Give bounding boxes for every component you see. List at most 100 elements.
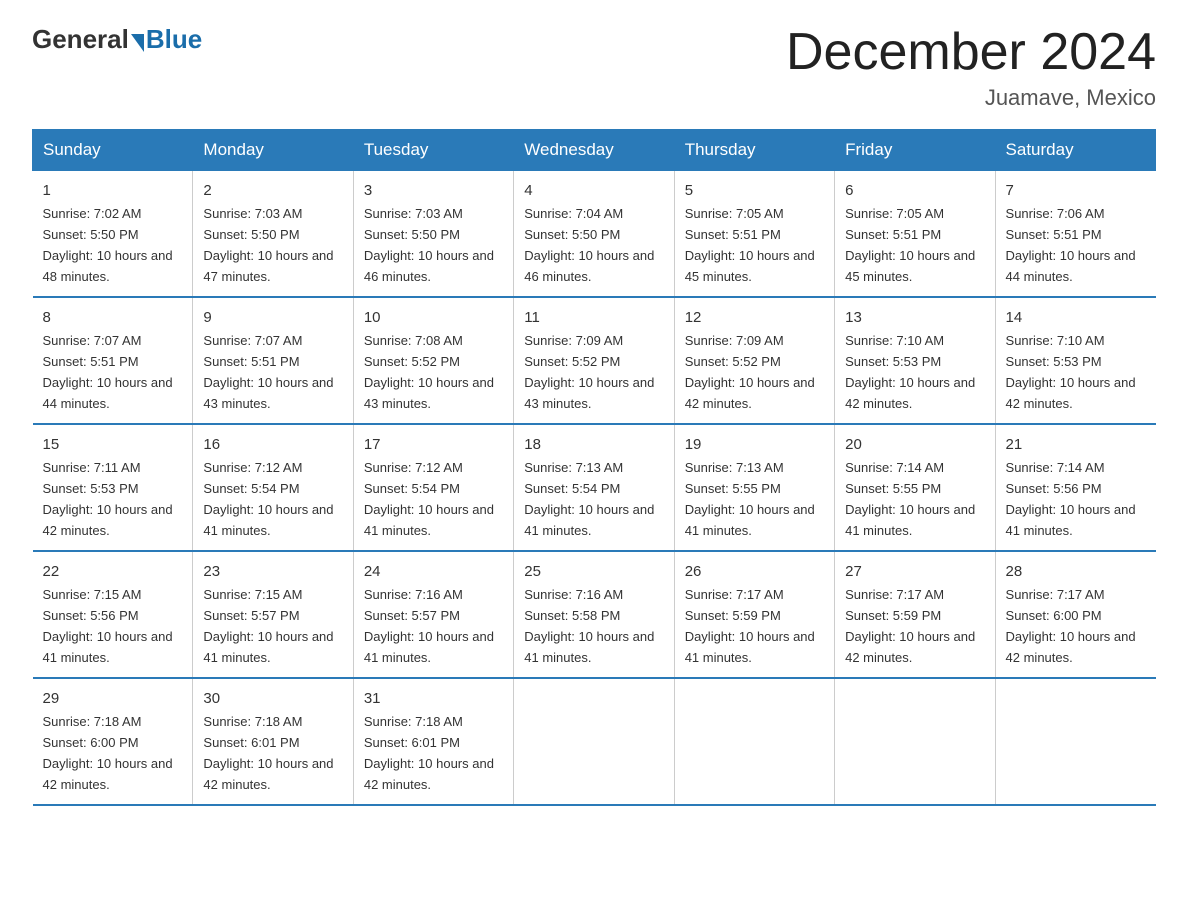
day-number: 11 [524, 306, 663, 329]
calendar-cell: 6Sunrise: 7:05 AMSunset: 5:51 PMDaylight… [835, 171, 995, 297]
calendar-cell: 27Sunrise: 7:17 AMSunset: 5:59 PMDayligh… [835, 551, 995, 678]
day-number: 9 [203, 306, 342, 329]
day-number: 17 [364, 433, 503, 456]
day-number: 24 [364, 560, 503, 583]
day-info: Sunrise: 7:16 AMSunset: 5:57 PMDaylight:… [364, 587, 494, 665]
day-number: 18 [524, 433, 663, 456]
calendar-cell: 16Sunrise: 7:12 AMSunset: 5:54 PMDayligh… [193, 424, 353, 551]
title-block: December 2024 Juamave, Mexico [786, 24, 1156, 111]
logo: General Blue [32, 24, 202, 55]
calendar-cell: 13 Sunrise: 7:10 AMSunset: 5:53 PMDayligh… [835, 297, 995, 424]
day-info: Sunrise: 7:11 AMSunset: 5:53 PMDaylight:… [43, 460, 173, 538]
day-info: Sunrise: 7:15 AMSunset: 5:56 PMDaylight:… [43, 587, 173, 665]
day-info: Sunrise: 7:04 AMSunset: 5:50 PMDaylight:… [524, 206, 654, 284]
weekday-header-monday: Monday [193, 130, 353, 171]
location-subtitle: Juamave, Mexico [786, 85, 1156, 111]
day-number: 5 [685, 179, 824, 202]
calendar-cell: 3 Sunrise: 7:03 AMSunset: 5:50 PMDaylight… [353, 171, 513, 297]
day-info: Sunrise: 7:13 AMSunset: 5:54 PMDaylight:… [524, 460, 654, 538]
day-number: 19 [685, 433, 824, 456]
day-info: Sunrise: 7:10 AMSunset: 5:53 PMDaylight:… [845, 333, 975, 411]
calendar-week-row: 29 Sunrise: 7:18 AMSunset: 6:00 PMDayligh… [33, 678, 1156, 805]
calendar-cell: 2 Sunrise: 7:03 AMSunset: 5:50 PMDaylight… [193, 171, 353, 297]
day-number: 13 [845, 306, 984, 329]
day-info: Sunrise: 7:18 AMSunset: 6:01 PMDaylight:… [364, 714, 494, 792]
calendar-cell: 30 Sunrise: 7:18 AMSunset: 6:01 PMDayligh… [193, 678, 353, 805]
weekday-header-tuesday: Tuesday [353, 130, 513, 171]
weekday-header-row: SundayMondayTuesdayWednesdayThursdayFrid… [33, 130, 1156, 171]
day-info: Sunrise: 7:06 AMSunset: 5:51 PMDaylight:… [1006, 206, 1136, 284]
calendar-cell [674, 678, 834, 805]
calendar-week-row: 1Sunrise: 7:02 AMSunset: 5:50 PMDaylight… [33, 171, 1156, 297]
day-info: Sunrise: 7:05 AMSunset: 5:51 PMDaylight:… [685, 206, 815, 284]
calendar-cell: 25 Sunrise: 7:16 AMSunset: 5:58 PMDayligh… [514, 551, 674, 678]
calendar-cell: 23 Sunrise: 7:15 AMSunset: 5:57 PMDayligh… [193, 551, 353, 678]
day-number: 29 [43, 687, 183, 710]
main-title: December 2024 [786, 24, 1156, 81]
logo-blue-text: Blue [146, 24, 202, 55]
calendar-cell: 7 Sunrise: 7:06 AMSunset: 5:51 PMDaylight… [995, 171, 1155, 297]
day-info: Sunrise: 7:18 AMSunset: 6:00 PMDaylight:… [43, 714, 173, 792]
calendar-cell: 22 Sunrise: 7:15 AMSunset: 5:56 PMDayligh… [33, 551, 193, 678]
day-number: 10 [364, 306, 503, 329]
day-info: Sunrise: 7:14 AMSunset: 5:55 PMDaylight:… [845, 460, 975, 538]
weekday-header-sunday: Sunday [33, 130, 193, 171]
day-number: 25 [524, 560, 663, 583]
day-info: Sunrise: 7:13 AMSunset: 5:55 PMDaylight:… [685, 460, 815, 538]
logo-arrow-icon [131, 34, 144, 52]
day-number: 26 [685, 560, 824, 583]
calendar-cell: 14Sunrise: 7:10 AMSunset: 5:53 PMDayligh… [995, 297, 1155, 424]
day-info: Sunrise: 7:17 AMSunset: 5:59 PMDaylight:… [845, 587, 975, 665]
day-number: 15 [43, 433, 183, 456]
day-info: Sunrise: 7:10 AMSunset: 5:53 PMDaylight:… [1006, 333, 1136, 411]
day-info: Sunrise: 7:03 AMSunset: 5:50 PMDaylight:… [203, 206, 333, 284]
calendar-cell [995, 678, 1155, 805]
calendar-cell [514, 678, 674, 805]
day-number: 30 [203, 687, 342, 710]
day-number: 12 [685, 306, 824, 329]
calendar-cell: 28Sunrise: 7:17 AMSunset: 6:00 PMDayligh… [995, 551, 1155, 678]
weekday-header-wednesday: Wednesday [514, 130, 674, 171]
day-info: Sunrise: 7:15 AMSunset: 5:57 PMDaylight:… [203, 587, 333, 665]
day-info: Sunrise: 7:03 AMSunset: 5:50 PMDaylight:… [364, 206, 494, 284]
day-info: Sunrise: 7:16 AMSunset: 5:58 PMDaylight:… [524, 587, 654, 665]
calendar-cell: 10 Sunrise: 7:08 AMSunset: 5:52 PMDayligh… [353, 297, 513, 424]
calendar-cell: 9Sunrise: 7:07 AMSunset: 5:51 PMDaylight… [193, 297, 353, 424]
calendar-table: SundayMondayTuesdayWednesdayThursdayFrid… [32, 129, 1156, 806]
day-number: 31 [364, 687, 503, 710]
weekday-header-saturday: Saturday [995, 130, 1155, 171]
day-number: 8 [43, 306, 183, 329]
calendar-cell: 21Sunrise: 7:14 AMSunset: 5:56 PMDayligh… [995, 424, 1155, 551]
calendar-cell: 20Sunrise: 7:14 AMSunset: 5:55 PMDayligh… [835, 424, 995, 551]
calendar-week-row: 15 Sunrise: 7:11 AMSunset: 5:53 PMDayligh… [33, 424, 1156, 551]
calendar-cell: 4 Sunrise: 7:04 AMSunset: 5:50 PMDaylight… [514, 171, 674, 297]
day-info: Sunrise: 7:09 AMSunset: 5:52 PMDaylight:… [685, 333, 815, 411]
day-info: Sunrise: 7:18 AMSunset: 6:01 PMDaylight:… [203, 714, 333, 792]
day-info: Sunrise: 7:14 AMSunset: 5:56 PMDaylight:… [1006, 460, 1136, 538]
day-number: 2 [203, 179, 342, 202]
calendar-cell: 15 Sunrise: 7:11 AMSunset: 5:53 PMDayligh… [33, 424, 193, 551]
day-number: 3 [364, 179, 503, 202]
calendar-cell: 19 Sunrise: 7:13 AMSunset: 5:55 PMDayligh… [674, 424, 834, 551]
day-number: 23 [203, 560, 342, 583]
day-number: 6 [845, 179, 984, 202]
day-info: Sunrise: 7:12 AMSunset: 5:54 PMDaylight:… [364, 460, 494, 538]
logo-general-text: General [32, 24, 129, 55]
weekday-header-thursday: Thursday [674, 130, 834, 171]
calendar-week-row: 22 Sunrise: 7:15 AMSunset: 5:56 PMDayligh… [33, 551, 1156, 678]
calendar-cell: 18 Sunrise: 7:13 AMSunset: 5:54 PMDayligh… [514, 424, 674, 551]
calendar-week-row: 8Sunrise: 7:07 AMSunset: 5:51 PMDaylight… [33, 297, 1156, 424]
day-number: 16 [203, 433, 342, 456]
calendar-cell: 5 Sunrise: 7:05 AMSunset: 5:51 PMDaylight… [674, 171, 834, 297]
day-info: Sunrise: 7:17 AMSunset: 5:59 PMDaylight:… [685, 587, 815, 665]
day-number: 22 [43, 560, 183, 583]
day-info: Sunrise: 7:02 AMSunset: 5:50 PMDaylight:… [43, 206, 173, 284]
day-info: Sunrise: 7:08 AMSunset: 5:52 PMDaylight:… [364, 333, 494, 411]
calendar-cell: 29 Sunrise: 7:18 AMSunset: 6:00 PMDayligh… [33, 678, 193, 805]
day-number: 28 [1006, 560, 1146, 583]
calendar-cell: 24 Sunrise: 7:16 AMSunset: 5:57 PMDayligh… [353, 551, 513, 678]
page-header: General Blue December 2024 Juamave, Mexi… [32, 24, 1156, 111]
calendar-cell [835, 678, 995, 805]
day-number: 7 [1006, 179, 1146, 202]
day-number: 4 [524, 179, 663, 202]
